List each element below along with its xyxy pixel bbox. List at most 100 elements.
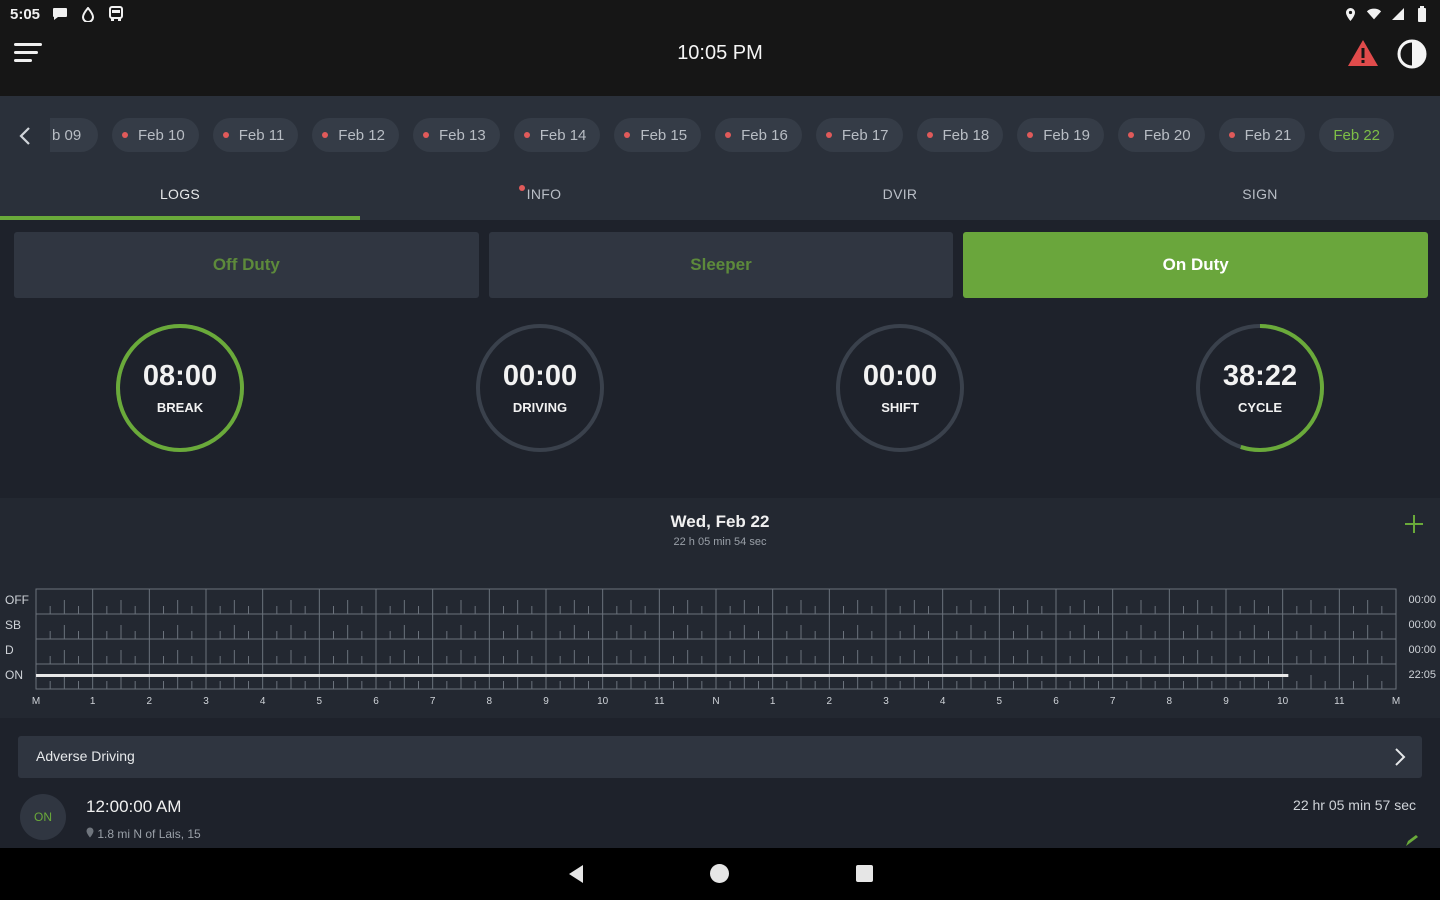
unsigned-flag-dot [624, 132, 631, 138]
timer-break: 08:00 BREAK [114, 322, 246, 454]
tab-logs[interactable]: LOGS [0, 178, 360, 220]
date-chip[interactable]: Feb 21 [1218, 118, 1306, 152]
log-grid [35, 588, 1397, 690]
warning-icon[interactable] [1346, 38, 1380, 68]
hour-tick-label: 5 [996, 696, 1003, 707]
chat-icon [52, 6, 68, 22]
hour-tick-label: N [712, 696, 720, 707]
tab-label: SIGN [1242, 186, 1278, 202]
unsigned-flag-dot [1027, 132, 1034, 138]
tab-label: LOGS [159, 186, 201, 202]
date-chip[interactable]: Feb 20 [1117, 118, 1205, 152]
hour-tick-label: 7 [429, 696, 436, 707]
date-chip-label: Feb 14 [539, 126, 587, 144]
event-location-text: 1.8 mi N of Lais, 15 [97, 827, 201, 841]
unsigned-flag-dot [1127, 132, 1134, 138]
nav-recents-icon[interactable] [856, 865, 873, 882]
theme-contrast-icon[interactable] [1396, 38, 1428, 70]
drop-icon [80, 6, 96, 22]
event-location: 1.8 mi N of Lais, 15 [86, 827, 201, 841]
log-graph: OFF 00:00 SB 00:00 D 00:00 ON 22:05 M 1 2 3 4 5 6 7 8 9 10… [0, 586, 1440, 707]
date-chip-label: b 09 [52, 126, 82, 144]
timer-value: 38:22 [1222, 360, 1298, 392]
timer-label: DRIVING [512, 400, 568, 415]
date-chip[interactable]: Feb 16 [715, 118, 802, 152]
date-chip-label: Feb 20 [1143, 126, 1191, 144]
adverse-driving-label: Adverse Driving [36, 748, 135, 764]
hour-tick-label: M [1391, 696, 1401, 707]
date-chip[interactable]: Feb 12 [312, 118, 399, 152]
alert-dot [518, 185, 525, 191]
signal-icon [1390, 6, 1406, 22]
hour-tick-label: 2 [826, 696, 833, 707]
edit-pencil-icon[interactable] [1404, 834, 1420, 848]
log-row-total: 22:05 [1408, 669, 1436, 681]
sleeper-button[interactable]: Sleeper [488, 232, 954, 298]
date-chip-label: Feb 12 [338, 126, 385, 144]
tab-label: DVIR [882, 186, 918, 202]
date-chip[interactable]: Feb 10 [112, 118, 199, 152]
log-row-label: D [5, 643, 14, 657]
hour-tick-label: 8 [486, 696, 493, 707]
hour-tick-label: 8 [1166, 696, 1173, 707]
timer-driving: 00:00 DRIVING [474, 322, 606, 454]
tab-dvir[interactable]: DVIR [720, 178, 1080, 220]
hour-tick-label: 10 [597, 696, 609, 707]
timer-value: 00:00 [502, 360, 578, 392]
date-chip-label: Feb 10 [138, 126, 185, 144]
duty-status-selector: Off Duty Sleeper On Duty [14, 232, 1429, 298]
date-chip[interactable]: Feb 22 [1319, 118, 1395, 152]
location-icon [1342, 6, 1358, 22]
chevron-left-icon[interactable] [14, 124, 38, 148]
nav-home-icon[interactable] [710, 864, 729, 883]
date-chip[interactable]: b 09 [50, 118, 98, 152]
date-chip[interactable]: Feb 19 [1017, 118, 1104, 152]
add-event-icon[interactable] [1402, 512, 1426, 536]
hour-tick-label: 11 [654, 696, 665, 707]
hour-tick-label: 5 [316, 696, 323, 707]
tab-info[interactable]: INFO [360, 178, 720, 220]
unsigned-flag-dot [523, 132, 530, 138]
log-row-total: 00:00 [1408, 644, 1436, 656]
nav-back-icon[interactable] [566, 864, 586, 889]
date-chip-label: Feb 13 [439, 126, 486, 144]
date-chip[interactable]: Feb 13 [413, 118, 500, 152]
log-event-item[interactable]: ON 12:00:00 AM 1.8 mi N of Lais, 15 22 h… [0, 782, 1440, 848]
timer-label: CYCLE [1237, 400, 1283, 415]
timer-shift: 00:00 SHIFT [834, 322, 966, 454]
adverse-driving-row[interactable]: Adverse Driving [18, 736, 1422, 778]
event-duration: 22 hr 05 min 57 sec [1293, 797, 1416, 813]
app-bar: 10:05 PM [0, 28, 1440, 96]
date-chip-label: Feb 11 [238, 126, 285, 144]
hour-tick-label: 6 [373, 696, 379, 707]
tab-bar: LOGS INFO DVIR SIGN [0, 178, 1440, 220]
date-chip[interactable]: Feb 15 [614, 118, 702, 152]
date-chip-label: Feb 15 [640, 126, 688, 144]
daily-log-panel: Wed, Feb 22 22 h 05 min 54 sec OFF 00:00 S… [0, 498, 1440, 718]
unsigned-flag-dot [122, 132, 128, 138]
status-bar: 5:05 [0, 0, 1440, 28]
date-chip[interactable]: Feb 14 [513, 118, 601, 152]
hour-tick-label: 4 [259, 696, 266, 707]
hos-timers: 08:00 BREAK 00:00 DRIVING 00:00 SHIFT 38:22 CYC… [0, 318, 1440, 458]
unsigned-flag-dot [926, 132, 933, 138]
log-row-total: 00:00 [1408, 619, 1436, 631]
date-chip[interactable]: Feb 18 [916, 118, 1004, 152]
date-chip[interactable]: Feb 17 [815, 118, 903, 152]
hour-tick-label: 7 [1109, 696, 1116, 707]
current-time: 10:05 PM [677, 42, 763, 64]
log-duration: 22 h 05 min 54 sec [673, 536, 767, 548]
chevron-right-icon [1392, 748, 1408, 766]
tab-sign[interactable]: SIGN [1080, 178, 1440, 220]
battery-icon [1414, 6, 1430, 22]
truck-icon [108, 6, 124, 22]
on-duty-button[interactable]: On Duty [963, 232, 1429, 298]
date-chip[interactable]: Feb 11 [212, 118, 299, 152]
off-duty-button[interactable]: Off Duty [14, 232, 479, 298]
hour-tick-label: 9 [1223, 696, 1229, 707]
hour-tick-label: 6 [1053, 696, 1059, 707]
log-date: Wed, Feb 22 [670, 512, 770, 531]
hour-tick-label: 9 [543, 696, 549, 707]
date-chip-label: Feb 18 [942, 126, 990, 144]
log-row-label: OFF [5, 593, 29, 607]
